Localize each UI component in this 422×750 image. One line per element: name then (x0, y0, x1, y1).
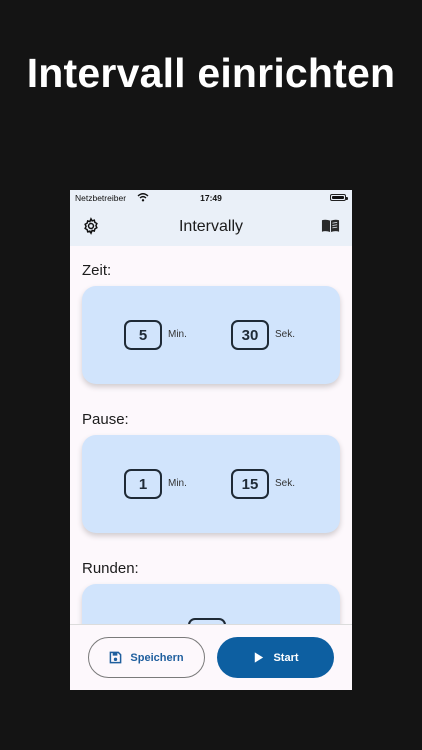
pause-minutes-unit: Min. (168, 478, 187, 489)
play-icon (255, 652, 264, 663)
battery-icon (330, 194, 348, 201)
pause-label: Pause: (82, 411, 129, 428)
status-time: 17:49 (200, 193, 222, 203)
pause-seconds-input[interactable]: 15 (231, 469, 269, 499)
phone-screen: Netzbetreiber 17:49 Intervally Zeit: 5 M… (70, 190, 352, 690)
headline: Intervall einrichten (26, 50, 396, 96)
pause-card: 1 Min. 15 Sek. (82, 435, 340, 533)
zeit-seconds-input[interactable]: 30 (231, 320, 269, 350)
zeit-label: Zeit: (82, 262, 112, 279)
zeit-minutes-unit: Min. (168, 329, 187, 340)
zeit-card: 5 Min. 30 Sek. (82, 286, 340, 384)
save-button-label: Speichern (130, 651, 184, 664)
pause-seconds-unit: Sek. (275, 478, 296, 489)
zeit-minutes-input[interactable]: 5 (124, 320, 162, 350)
start-button-label: Start (273, 651, 299, 664)
book-icon[interactable] (321, 218, 340, 234)
save-button[interactable]: Speichern (88, 637, 205, 678)
app-title: Intervally (178, 218, 244, 235)
status-bar: Netzbetreiber 17:49 (70, 190, 352, 206)
bottom-action-bar: Speichern Start (70, 624, 352, 690)
start-button[interactable]: Start (217, 637, 334, 678)
save-icon (110, 651, 122, 664)
zeit-seconds-unit: Sek. (275, 329, 296, 340)
pause-minutes-input[interactable]: 1 (124, 469, 162, 499)
runden-label: Runden: (82, 560, 139, 577)
app-bar: Intervally (70, 206, 352, 246)
